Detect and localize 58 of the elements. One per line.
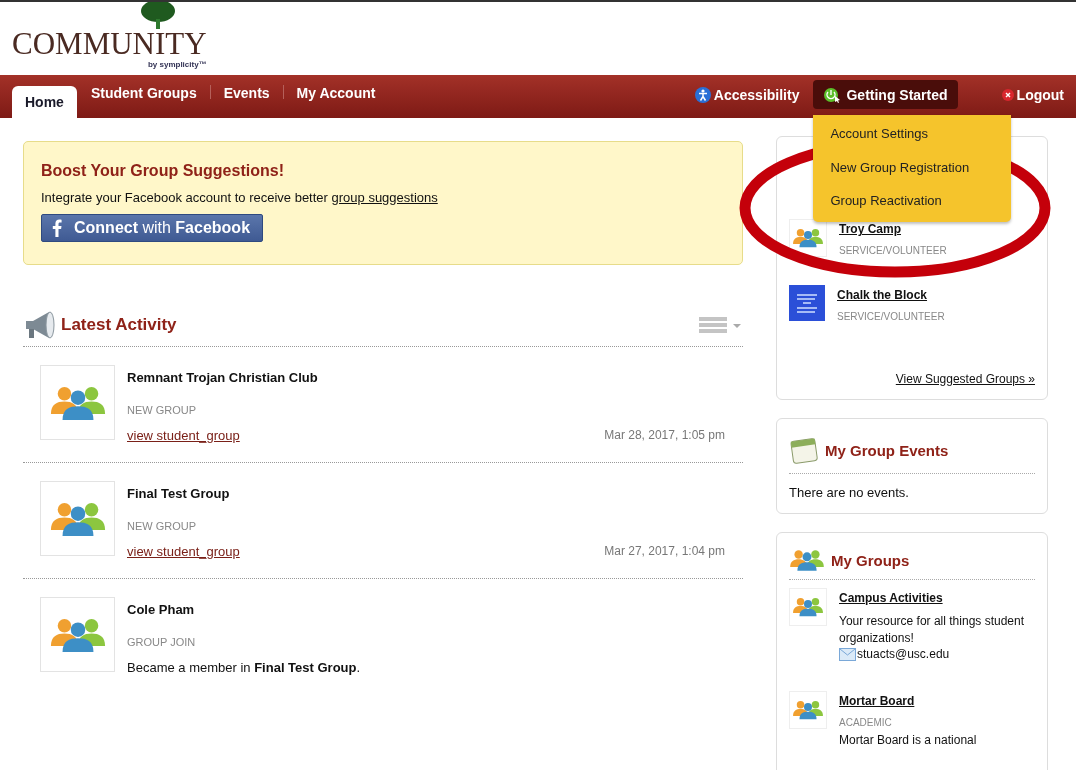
group-people-icon bbox=[792, 228, 824, 248]
nav-tab[interactable]: Home bbox=[12, 86, 77, 118]
tree-icon bbox=[140, 2, 176, 29]
activity-text: Became a member in Final Test Group. bbox=[127, 660, 361, 675]
activity-type: GROUP JOIN bbox=[127, 636, 197, 648]
activity-date: Mar 27, 2017, 1:04 pm bbox=[604, 544, 725, 559]
group-category: ACADEMIC bbox=[839, 717, 893, 729]
group-description: Your resource for all things student organizations! bbox=[839, 613, 1025, 648]
calendar-icon bbox=[789, 435, 819, 465]
activity-title: Remnant Trojan Christian Club bbox=[127, 370, 319, 385]
facebook-connect-button[interactable]: Connect with Facebook bbox=[41, 214, 264, 242]
activity-type: NEW GROUP bbox=[127, 520, 198, 532]
megaphone-icon bbox=[23, 310, 57, 340]
group-name-link[interactable]: Mortar Board bbox=[839, 694, 915, 709]
group-people-icon bbox=[48, 616, 107, 653]
power-icon bbox=[823, 86, 842, 103]
logout-link[interactable]: Logout bbox=[1001, 86, 1064, 103]
accessibility-icon bbox=[694, 86, 711, 103]
close-icon bbox=[1001, 88, 1014, 101]
section-title: Latest Activity bbox=[61, 315, 177, 335]
group-name-link[interactable]: Campus Activities bbox=[839, 591, 943, 606]
logo-wordmark: COMMUNITY bbox=[12, 28, 207, 59]
menu-item[interactable]: Group Reactivation bbox=[813, 186, 1012, 216]
activity-title: Final Test Group bbox=[127, 486, 231, 501]
view-link[interactable]: view student_group bbox=[127, 544, 240, 559]
group-people-icon bbox=[48, 384, 107, 421]
group-description: Mortar Board is a national bbox=[839, 732, 977, 750]
group-name-link[interactable]: Troy Camp bbox=[839, 222, 901, 236]
group-people-icon bbox=[792, 700, 824, 721]
group-people-icon bbox=[789, 549, 825, 572]
group-people-icon bbox=[792, 597, 824, 618]
activity-date: Mar 28, 2017, 1:05 pm bbox=[604, 428, 725, 443]
list-menu-icon bbox=[699, 316, 743, 334]
promo-title: Boost Your Group Suggestions! bbox=[41, 162, 285, 180]
nav-tab[interactable]: Events bbox=[210, 75, 283, 111]
activity-title: Cole Pham bbox=[127, 602, 196, 617]
logo-byline: by symplicity™ bbox=[147, 60, 207, 69]
card-title: My Group Events bbox=[825, 441, 949, 459]
getting-started-button[interactable]: Getting Started bbox=[813, 80, 958, 109]
group-name-link[interactable]: Chalk the Block bbox=[837, 288, 928, 302]
nav-tab[interactable]: My Account bbox=[283, 75, 389, 111]
card-title: My Groups bbox=[831, 551, 910, 569]
promo-text: Integrate your Facebook account to receive better group suggestions bbox=[41, 190, 439, 205]
menu-item[interactable]: New Group Registration bbox=[813, 149, 1012, 186]
accessibility-link[interactable]: Accessibility bbox=[694, 86, 800, 103]
activity-type: NEW GROUP bbox=[127, 404, 198, 416]
group-people-icon bbox=[48, 500, 107, 537]
nav-tab[interactable]: Student Groups bbox=[77, 75, 210, 111]
envelope-icon bbox=[839, 647, 856, 661]
group-category: SERVICE/VOLUNTEER bbox=[839, 245, 947, 256]
group-category: SERVICE/VOLUNTEER bbox=[837, 311, 945, 322]
menu-item[interactable]: Account Settings bbox=[813, 119, 1012, 149]
facebook-icon bbox=[52, 219, 62, 237]
empty-message: There are no events. bbox=[789, 484, 910, 501]
view-link[interactable]: view student_group bbox=[127, 428, 240, 443]
suggestions-link[interactable]: group suggestions bbox=[331, 190, 438, 205]
email-address: stuacts@usc.edu bbox=[857, 647, 950, 662]
view-suggested-link[interactable]: View Suggested Groups » bbox=[895, 372, 1035, 386]
